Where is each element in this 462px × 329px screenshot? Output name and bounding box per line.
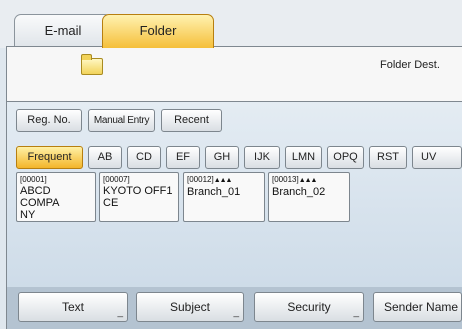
- folder-dest-label: Folder Dest.: [380, 59, 440, 71]
- entry-name-line1: Branch_01: [187, 186, 241, 198]
- index-tab-frequent[interactable]: Frequent: [16, 146, 83, 169]
- entry-name-line2: NY: [20, 209, 36, 221]
- group-icon: ▲▲▲: [213, 177, 233, 184]
- folder-icon: [81, 54, 103, 75]
- recent-button[interactable]: Recent: [161, 109, 222, 132]
- destination-entry[interactable]: [00013]▲▲▲ Branch_02: [268, 172, 350, 222]
- entry-name-line2: CE: [103, 197, 119, 209]
- index-tab-gh[interactable]: GH: [205, 146, 239, 169]
- destination-entry[interactable]: [00007] KYOTO OFF1 CE: [99, 172, 179, 222]
- entry-name-line1: ABCD COMPA: [20, 185, 60, 209]
- tab-email[interactable]: E-mail: [14, 14, 112, 48]
- group-icon: ▲▲▲: [298, 177, 318, 184]
- index-tab-ab[interactable]: AB: [88, 146, 122, 169]
- reg-no-button[interactable]: Reg. No.: [16, 109, 82, 132]
- index-tab-lmn[interactable]: LMN: [285, 146, 322, 169]
- text-button[interactable]: Text _: [18, 292, 128, 322]
- submenu-mark-icon: _: [233, 307, 239, 318]
- entry-name-line1: KYOTO OFF1: [103, 185, 173, 197]
- sender-name-button[interactable]: Sender Name: [373, 292, 462, 322]
- entry-code: [00007]: [103, 175, 130, 184]
- subject-button-label: Subject: [169, 300, 211, 314]
- entry-code-number: [00013]: [272, 175, 299, 184]
- entry-name-line1: Branch_02: [272, 186, 326, 198]
- submenu-mark-icon: _: [353, 307, 359, 318]
- entry-code: [00013]▲▲▲: [272, 175, 346, 186]
- entry-code: [00001]: [20, 175, 47, 184]
- subject-button[interactable]: Subject _: [136, 292, 244, 322]
- manual-entry-button[interactable]: Manual Entry: [88, 109, 155, 132]
- index-tab-ef[interactable]: EF: [166, 146, 200, 169]
- index-tab-rst[interactable]: RST: [369, 146, 407, 169]
- index-tab-cd[interactable]: CD: [127, 146, 161, 169]
- destination-entry[interactable]: [00012]▲▲▲ Branch_01: [183, 172, 265, 222]
- security-button[interactable]: Security _: [254, 292, 364, 322]
- sender-name-button-label: Sender Name: [384, 300, 459, 314]
- destination-panel: [6, 46, 462, 102]
- index-tab-uv[interactable]: UV: [412, 146, 462, 169]
- index-tab-ijk[interactable]: IJK: [244, 146, 280, 169]
- tab-folder[interactable]: Folder: [102, 14, 214, 48]
- submenu-mark-icon: _: [117, 307, 123, 318]
- text-button-label: Text: [61, 300, 84, 314]
- entry-code: [00012]▲▲▲: [187, 175, 261, 186]
- destination-entry[interactable]: [00001] ABCD COMPA NY: [16, 172, 96, 222]
- entry-code-number: [00012]: [187, 175, 214, 184]
- index-tab-opq[interactable]: OPQ: [327, 146, 364, 169]
- security-button-label: Security: [287, 300, 331, 314]
